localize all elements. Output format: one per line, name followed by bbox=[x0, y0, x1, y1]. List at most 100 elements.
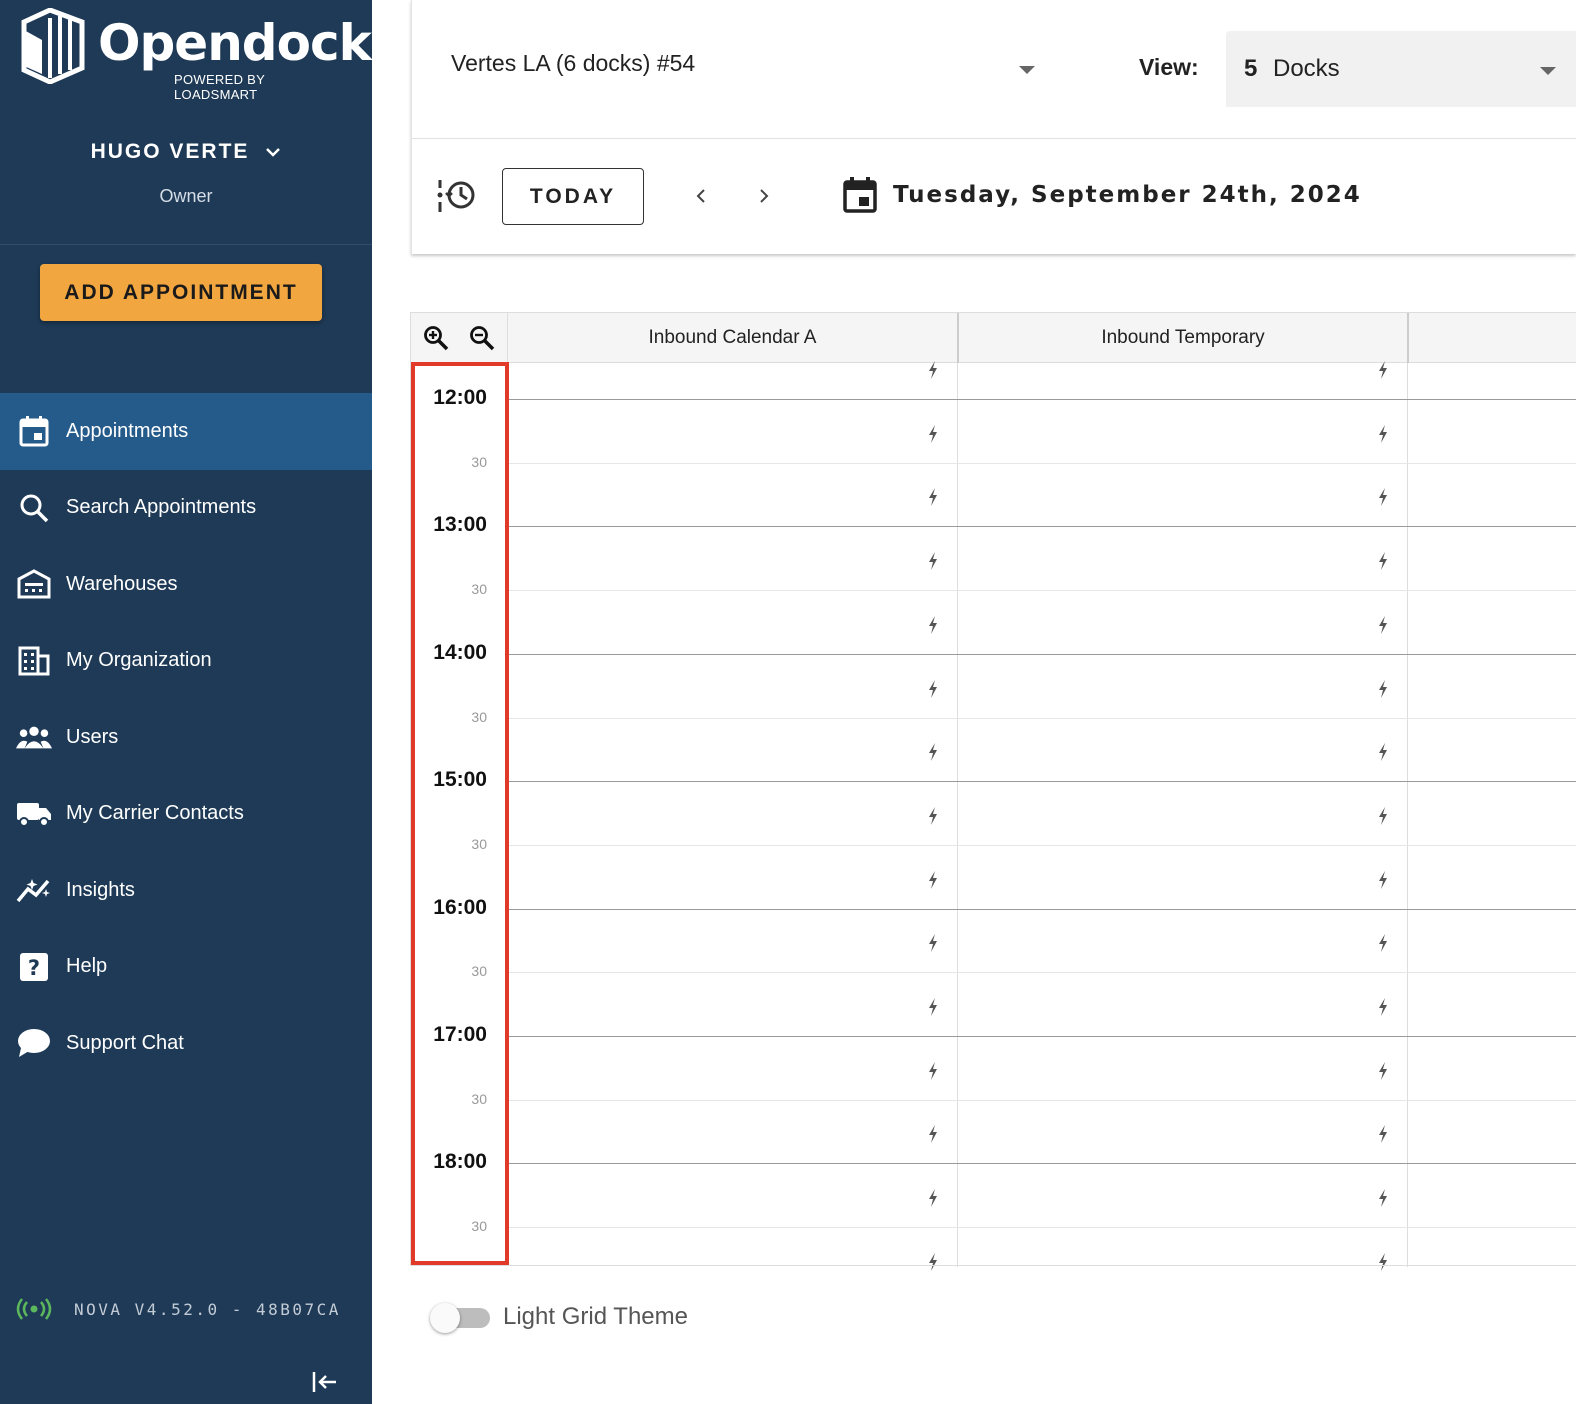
hour-gridline bbox=[507, 908, 1576, 910]
hour-gridline bbox=[507, 1036, 1576, 1037]
history-icon[interactable] bbox=[436, 176, 478, 214]
users-icon bbox=[16, 719, 52, 755]
chevron-left-icon bbox=[696, 189, 705, 203]
light-grid-label: Light Grid Theme bbox=[503, 1303, 688, 1330]
sidebar-item-label: Insights bbox=[66, 878, 135, 901]
lightning-icon[interactable] bbox=[927, 998, 939, 1016]
dock-column-header[interactable]: Inbound Temporary bbox=[957, 313, 1407, 363]
column-divider bbox=[1407, 363, 1408, 1267]
current-date[interactable]: Tuesday, September 24th, 2024 bbox=[893, 182, 1362, 208]
lightning-icon[interactable] bbox=[927, 424, 939, 443]
view-select[interactable]: 5 Docks bbox=[1226, 31, 1576, 107]
lightning-icon[interactable] bbox=[927, 679, 939, 698]
svg-text:?: ? bbox=[28, 956, 40, 980]
help-icon: ? bbox=[16, 949, 52, 985]
caret-down-icon bbox=[1540, 67, 1556, 75]
warehouse-icon bbox=[16, 566, 52, 602]
warehouse-select-value: Vertes LA (6 docks) #54 bbox=[451, 50, 696, 76]
toggle-knob bbox=[430, 1303, 460, 1333]
sidebar-item-my-organization[interactable]: My Organization bbox=[0, 623, 372, 700]
zoom-out-icon[interactable] bbox=[469, 325, 495, 351]
lightning-icon[interactable] bbox=[927, 488, 939, 507]
lightning-icon[interactable] bbox=[927, 1061, 939, 1080]
sidebar-item-insights[interactable]: Insights bbox=[0, 852, 372, 929]
caret-down-icon bbox=[1019, 66, 1035, 74]
add-appointment-button[interactable]: ADD APPOINTMENT bbox=[40, 264, 322, 321]
lightning-icon[interactable] bbox=[1377, 1125, 1389, 1144]
sidebar-item-appointments[interactable]: Appointments bbox=[0, 393, 372, 470]
user-name: HUGO VERTE bbox=[90, 140, 250, 163]
user-menu[interactable]: HUGO VERTE Owner bbox=[0, 140, 372, 207]
insights-icon bbox=[16, 872, 52, 908]
brand-name: Opendock bbox=[98, 14, 372, 72]
sidebar-item-help[interactable]: ? Help bbox=[0, 929, 372, 1006]
dock-column-header[interactable]: Inbound Calendar A bbox=[507, 313, 957, 363]
sidebar-item-warehouses[interactable]: Warehouses bbox=[0, 546, 372, 623]
sidebar-item-label: My Organization bbox=[66, 649, 212, 672]
lightning-icon[interactable] bbox=[1377, 998, 1389, 1016]
lightning-icon[interactable] bbox=[1377, 679, 1389, 698]
lightning-icon[interactable] bbox=[927, 615, 939, 634]
half-hour-gridline bbox=[507, 590, 1576, 592]
building-icon bbox=[16, 643, 52, 679]
lightning-icon[interactable] bbox=[1377, 1061, 1389, 1080]
lightning-icon[interactable] bbox=[1377, 1252, 1389, 1271]
view-select-unit: Docks bbox=[1273, 55, 1340, 82]
chevron-right-icon bbox=[760, 189, 769, 203]
version-indicator: NOVA V4.52.0 - 48B07CA bbox=[16, 1298, 341, 1320]
chat-icon bbox=[16, 1025, 52, 1061]
today-button[interactable]: TODAY bbox=[502, 168, 644, 225]
dock-column-header-partial[interactable] bbox=[1407, 313, 1576, 363]
half-hour-gridline bbox=[507, 1227, 1576, 1229]
lightning-icon[interactable] bbox=[927, 1252, 939, 1271]
lightning-icon[interactable] bbox=[927, 1189, 939, 1208]
collapse-sidebar-icon[interactable] bbox=[310, 1368, 338, 1396]
hour-gridline bbox=[507, 526, 1576, 528]
sidebar-item-users[interactable]: Users bbox=[0, 699, 372, 776]
lightning-icon[interactable] bbox=[1377, 806, 1389, 825]
time-axis-highlight bbox=[411, 362, 509, 1265]
lightning-icon[interactable] bbox=[1377, 1189, 1389, 1208]
sidebar-divider bbox=[0, 244, 372, 245]
next-day-button[interactable] bbox=[750, 182, 778, 210]
opendock-logo[interactable]: Opendock POWERED BY LOADSMART bbox=[20, 8, 372, 102]
calendar-picker-icon[interactable] bbox=[842, 176, 878, 214]
sidebar-item-search-appointments[interactable]: Search Appointments bbox=[0, 470, 372, 547]
calendar-grid-header: Inbound Calendar A Inbound Temporary bbox=[411, 313, 1576, 363]
column-divider bbox=[957, 363, 958, 1267]
lightning-icon[interactable] bbox=[1377, 552, 1389, 571]
lightning-icon[interactable] bbox=[1377, 870, 1389, 889]
lightning-icon[interactable] bbox=[927, 1125, 939, 1144]
toolbar-divider bbox=[412, 138, 1576, 139]
lightning-icon[interactable] bbox=[927, 743, 939, 762]
zoom-in-icon[interactable] bbox=[423, 325, 449, 351]
online-status-icon bbox=[16, 1298, 52, 1320]
user-name-toggle[interactable]: HUGO VERTE bbox=[91, 140, 282, 164]
sidebar-item-label: Support Chat bbox=[66, 1031, 184, 1054]
lightning-icon[interactable] bbox=[1377, 488, 1389, 507]
half-hour-gridline bbox=[507, 972, 1576, 974]
sidebar-item-support-chat[interactable]: Support Chat bbox=[0, 1005, 372, 1082]
lightning-icon[interactable] bbox=[1377, 361, 1389, 379]
lightning-icon[interactable] bbox=[1377, 424, 1389, 443]
hour-gridline bbox=[507, 1163, 1576, 1165]
lightning-icon[interactable] bbox=[927, 870, 939, 889]
lightning-icon[interactable] bbox=[927, 806, 939, 825]
warehouse-select[interactable]: Vertes LA (6 docks) #54 bbox=[451, 50, 1035, 90]
light-grid-toggle[interactable] bbox=[430, 1302, 490, 1333]
sidebar-nav: Appointments Search Appointments Warehou… bbox=[0, 393, 372, 1082]
lightning-icon[interactable] bbox=[927, 361, 939, 379]
sidebar-item-my-carrier-contacts[interactable]: My Carrier Contacts bbox=[0, 776, 372, 853]
calendar-icon bbox=[16, 413, 52, 449]
lightning-icon[interactable] bbox=[1377, 743, 1389, 762]
calendar-toolbar: Vertes LA (6 docks) #54 View: 5 Docks TO… bbox=[411, 0, 1576, 254]
sidebar-item-label: My Carrier Contacts bbox=[66, 802, 244, 825]
half-hour-gridline bbox=[507, 844, 1576, 846]
previous-day-button[interactable] bbox=[687, 182, 715, 210]
lightning-icon[interactable] bbox=[927, 934, 939, 953]
hour-gridline bbox=[507, 653, 1576, 655]
lightning-icon[interactable] bbox=[927, 552, 939, 571]
lightning-icon[interactable] bbox=[1377, 934, 1389, 953]
lightning-icon[interactable] bbox=[1377, 615, 1389, 634]
sidebar-item-label: Users bbox=[66, 725, 119, 748]
